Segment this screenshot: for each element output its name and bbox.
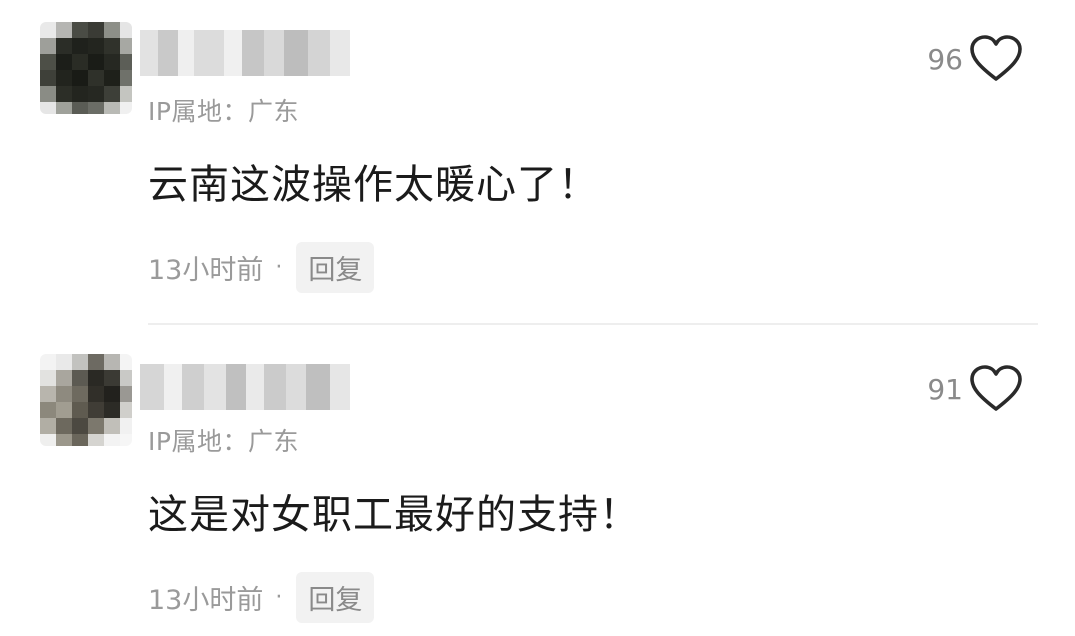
like-count: 91 — [927, 372, 963, 406]
comment-text: 这是对女职工最好的支持！ — [148, 492, 640, 538]
comment-item: IP属地：广东 96 云南这波操作太暖心了！ 13小时前 · 回复 — [0, 0, 1075, 320]
comment-meta: 13小时前 · 回复 — [148, 242, 375, 293]
ip-location: IP属地：广东 — [148, 97, 299, 126]
separator-dot: · — [275, 255, 283, 280]
separator-dot: · — [275, 585, 283, 610]
reply-button[interactable]: 回复 — [296, 242, 375, 293]
username-blurred[interactable] — [140, 364, 350, 410]
comment-time: 13小时前 — [148, 585, 264, 616]
comment-time: 13小时前 — [148, 255, 264, 286]
username-blurred[interactable] — [140, 30, 350, 76]
divider — [148, 323, 1038, 325]
reply-button[interactable]: 回复 — [296, 572, 375, 623]
like-button[interactable]: 91 — [927, 364, 1023, 414]
heart-outline-icon[interactable] — [969, 34, 1023, 84]
ip-location: IP属地：广东 — [148, 427, 299, 456]
heart-outline-icon[interactable] — [969, 364, 1023, 414]
avatar[interactable] — [40, 354, 132, 446]
like-count: 96 — [927, 42, 963, 76]
comment-text: 云南这波操作太暖心了！ — [148, 162, 599, 208]
comment-meta: 13小时前 · 回复 — [148, 572, 375, 623]
avatar[interactable] — [40, 22, 132, 114]
comment-item: IP属地：广东 91 这是对女职工最好的支持！ 13小时前 · 回复 — [0, 330, 1075, 636]
like-button[interactable]: 96 — [927, 34, 1023, 84]
